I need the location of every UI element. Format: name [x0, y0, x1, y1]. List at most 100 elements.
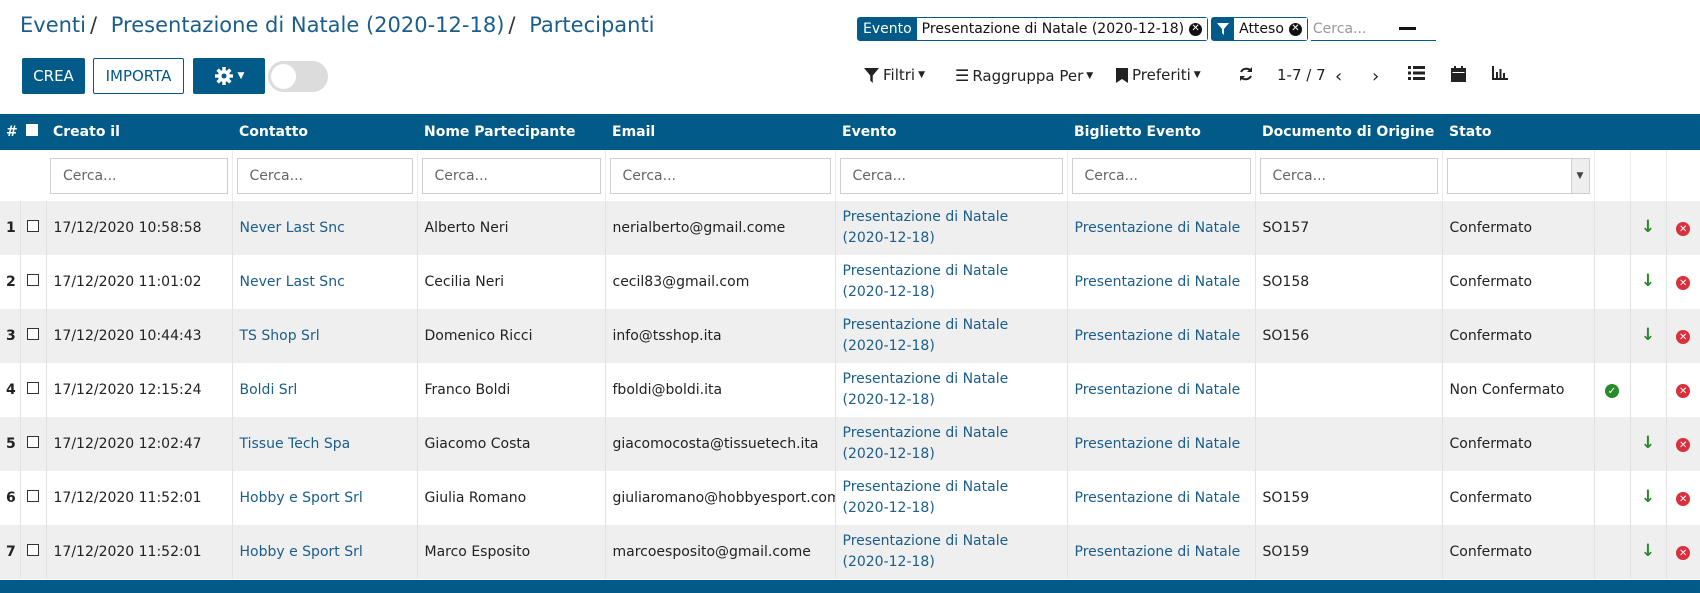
row-checkbox-cell[interactable]	[20, 309, 47, 363]
row-checkbox[interactable]	[26, 435, 39, 448]
breadcrumb-eventi[interactable]: Eventi	[20, 13, 86, 37]
arrow-down-icon[interactable]: ↓	[1641, 325, 1655, 345]
pager-next-button[interactable]: ›	[1372, 66, 1379, 87]
close-icon[interactable]: ✕	[1189, 22, 1203, 36]
cell-ticket[interactable]: Presentazione di Natale	[1067, 363, 1256, 417]
row-checkbox-cell[interactable]	[20, 525, 47, 579]
cancel-icon[interactable]: ✕	[1676, 492, 1691, 506]
filter-origin-input[interactable]	[1259, 157, 1438, 194]
row-checkbox[interactable]	[26, 327, 39, 340]
pager-previous-button[interactable]: ‹	[1335, 66, 1342, 87]
create-button[interactable]: CREA	[22, 58, 85, 94]
arrow-down-icon[interactable]: ↓	[1641, 217, 1655, 237]
cell-ticket[interactable]: Presentazione di Natale	[1067, 471, 1256, 525]
filter-status-select[interactable]: ▼	[1446, 157, 1590, 194]
cell-contact[interactable]: Tissue Tech Spa	[232, 417, 418, 471]
facet-event[interactable]: Evento Presentazione di Natale (2020-12-…	[857, 17, 1209, 41]
cell-event[interactable]: Presentazione di Natale (2020-12-18)	[835, 363, 1068, 417]
cell-ticket[interactable]: Presentazione di Natale	[1067, 525, 1256, 579]
column-header-status[interactable]: Stato	[1442, 114, 1594, 150]
cell-event[interactable]: Presentazione di Natale (2020-12-18)	[835, 255, 1068, 309]
filter-created-input[interactable]	[50, 157, 228, 194]
group-by-dropdown[interactable]: ☰ Raggruppa Per ▼	[955, 66, 1093, 85]
row-checkbox-cell[interactable]	[20, 201, 47, 255]
row-checkbox-cell[interactable]	[20, 417, 47, 471]
cell-contact[interactable]: Never Last Snc	[232, 201, 418, 255]
select-all-checkbox[interactable]	[20, 114, 46, 150]
cancel-icon[interactable]: ✕	[1676, 222, 1691, 236]
column-header-ticket[interactable]: Biglietto Evento	[1067, 114, 1255, 150]
table-row[interactable]: 2 17/12/2020 11:01:02 Never Last Snc Cecili…	[0, 255, 1700, 309]
cancel-icon[interactable]: ✕	[1676, 276, 1691, 290]
cell-cancel: ✕	[1666, 363, 1700, 417]
cell-ticket[interactable]: Presentazione di Natale	[1067, 417, 1256, 471]
breadcrumb-event[interactable]: Presentazione di Natale (2020-12-18)	[111, 13, 505, 37]
filters-dropdown[interactable]: Filtri ▼	[864, 66, 925, 84]
column-header-contact[interactable]: Contatto	[232, 114, 417, 150]
cell-ticket[interactable]: Presentazione di Natale	[1067, 255, 1256, 309]
row-checkbox[interactable]	[26, 381, 39, 394]
cell-ticket[interactable]: Presentazione di Natale	[1067, 309, 1256, 363]
filter-ticket-input[interactable]	[1071, 157, 1251, 194]
favorites-dropdown[interactable]: Preferiti ▼	[1116, 66, 1201, 84]
cancel-icon[interactable]: ✕	[1676, 438, 1691, 452]
column-header-name[interactable]: Nome Partecipante	[417, 114, 605, 150]
cell-contact[interactable]: TS Shop Srl	[232, 309, 418, 363]
row-checkbox[interactable]	[26, 543, 39, 556]
cell-ticket[interactable]: Presentazione di Natale	[1067, 201, 1256, 255]
cancel-icon[interactable]: ✕	[1676, 330, 1691, 344]
filter-name-input[interactable]	[421, 157, 601, 194]
checkbox[interactable]	[26, 124, 38, 136]
row-checkbox[interactable]	[26, 219, 39, 232]
column-header-created[interactable]: Creato il	[46, 114, 232, 150]
table-row[interactable]: 4 17/12/2020 12:15:24 Boldi Srl Franco Bold…	[0, 363, 1700, 417]
column-header-email[interactable]: Email	[605, 114, 835, 150]
table-row[interactable]: 3 17/12/2020 10:44:43 TS Shop Srl Domenico …	[0, 309, 1700, 363]
facet-filter[interactable]: Atteso ✕	[1211, 17, 1308, 41]
cell-event[interactable]: Presentazione di Natale (2020-12-18)	[835, 525, 1068, 579]
cell-cancel: ✕	[1666, 309, 1700, 363]
row-checkbox[interactable]	[26, 273, 39, 286]
cell-contact[interactable]: Boldi Srl	[232, 363, 418, 417]
row-checkbox-cell[interactable]	[20, 255, 47, 309]
list-view-button[interactable]	[1408, 66, 1425, 80]
pager-value[interactable]: 1-7 / 7	[1277, 66, 1326, 84]
cell-contact[interactable]: Never Last Snc	[232, 255, 418, 309]
table-row[interactable]: 6 17/12/2020 11:52:01 Hobby e Sport Srl Giu…	[0, 471, 1700, 525]
arrow-down-icon[interactable]: ↓	[1641, 487, 1655, 507]
cell-contact[interactable]: Hobby e Sport Srl	[232, 525, 418, 579]
filter-email-input[interactable]	[609, 157, 831, 194]
filter-event-input[interactable]	[839, 157, 1063, 194]
cell-event[interactable]: Presentazione di Natale (2020-12-18)	[835, 309, 1068, 363]
cancel-icon[interactable]: ✕	[1676, 384, 1691, 398]
calendar-view-button[interactable]	[1451, 66, 1466, 82]
cell-event[interactable]: Presentazione di Natale (2020-12-18)	[835, 417, 1068, 471]
cell-event[interactable]: Presentazione di Natale (2020-12-18)	[835, 201, 1068, 255]
graph-view-button[interactable]	[1492, 66, 1508, 80]
column-header-event[interactable]: Evento	[835, 114, 1067, 150]
confirm-check-icon[interactable]: ✓	[1605, 384, 1619, 398]
row-checkbox[interactable]	[26, 489, 39, 502]
column-header-origin[interactable]: Documento di Origine	[1255, 114, 1442, 150]
import-button[interactable]: IMPORTA	[93, 58, 184, 94]
cancel-icon[interactable]: ✕	[1676, 546, 1691, 560]
row-checkbox-cell[interactable]	[20, 471, 47, 525]
cell-event[interactable]: Presentazione di Natale (2020-12-18)	[835, 471, 1068, 525]
table-row[interactable]: 1 17/12/2020 10:58:58 Never Last Snc Albert…	[0, 201, 1700, 255]
search-toggle-button[interactable]	[1399, 27, 1416, 30]
close-icon[interactable]: ✕	[1288, 22, 1302, 36]
toggle-switch[interactable]	[268, 61, 328, 92]
arrow-down-icon[interactable]: ↓	[1641, 271, 1655, 291]
table-row[interactable]: 7 17/12/2020 11:52:01 Hobby e Sport Srl Mar…	[0, 525, 1700, 579]
arrow-down-icon[interactable]: ↓	[1641, 541, 1655, 561]
search-input[interactable]	[1310, 17, 1436, 41]
table-row[interactable]: 5 17/12/2020 12:02:47 Tissue Tech Spa Giaco…	[0, 417, 1700, 471]
table-header-row: # Creato il Contatto Nome Partecipante E…	[0, 114, 1700, 150]
refresh-button[interactable]	[1238, 66, 1254, 82]
row-checkbox-cell[interactable]	[20, 363, 47, 417]
filter-contact-input[interactable]	[236, 157, 413, 194]
actions-gear-button[interactable]: ▼	[193, 58, 265, 94]
arrow-down-icon[interactable]: ↓	[1641, 433, 1655, 453]
cell-origin: SO157	[1255, 201, 1443, 255]
cell-contact[interactable]: Hobby e Sport Srl	[232, 471, 418, 525]
